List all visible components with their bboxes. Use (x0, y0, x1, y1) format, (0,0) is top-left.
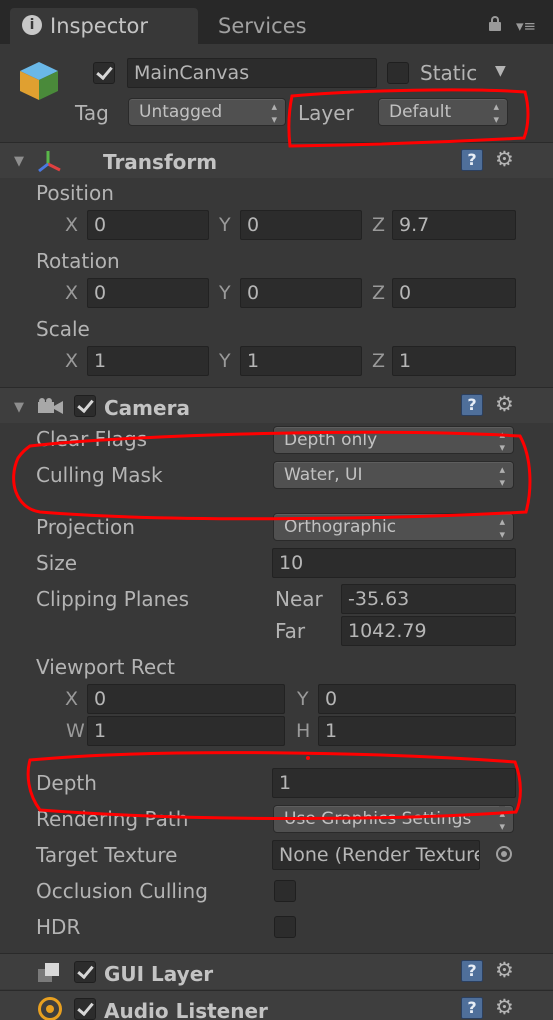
target-texture-label: Target Texture (36, 843, 178, 867)
static-dropdown-arrow[interactable]: ▼ (495, 63, 506, 79)
tab-inspector-label: Inspector (50, 14, 148, 38)
clear-flags-dropdown[interactable]: Depth only ▴ ▾ (273, 426, 514, 454)
transform-header[interactable]: ▼ Transform ? ⚙ (0, 142, 553, 178)
rotation-y-label[interactable]: Y (219, 281, 231, 305)
transform-title: Transform (103, 150, 218, 174)
viewport-x-field[interactable]: 0 (87, 684, 285, 714)
audio-listener-icon (38, 997, 62, 1020)
size-field[interactable]: 10 (272, 548, 516, 578)
rendering-path-label: Rendering Path (36, 807, 189, 831)
depth-label: Depth (36, 771, 97, 795)
occlusion-culling-label: Occlusion Culling (36, 879, 208, 903)
static-label: Static (420, 61, 478, 85)
viewport-h-label[interactable]: H (296, 719, 310, 743)
clipping-planes-label: Clipping Planes (36, 587, 190, 611)
far-label[interactable]: Far (275, 619, 305, 643)
gear-icon[interactable]: ⚙ (495, 995, 514, 1019)
viewport-w-field[interactable]: 1 (87, 716, 285, 746)
lock-shackle (491, 16, 499, 24)
camera-icon (38, 398, 63, 414)
rotation-z-label[interactable]: Z (372, 281, 385, 305)
help-icon[interactable]: ? (461, 149, 483, 171)
help-icon[interactable]: ? (461, 394, 483, 416)
tab-inspector[interactable]: i Inspector (10, 8, 198, 44)
rotation-z-field[interactable]: 0 (392, 278, 516, 308)
scale-x-field[interactable]: 1 (87, 346, 209, 376)
audio-listener-enabled-checkbox[interactable] (74, 998, 96, 1020)
static-checkbox[interactable] (387, 62, 409, 84)
scale-y-field[interactable]: 1 (240, 346, 362, 376)
layer-dropdown[interactable]: Default ▴ ▾ (378, 98, 508, 126)
layer-label: Layer (298, 101, 354, 125)
scale-z-label[interactable]: Z (372, 349, 385, 373)
clear-flags-label: Clear Flags (36, 427, 148, 451)
position-y-label[interactable]: Y (219, 213, 231, 237)
gui-layer-icon (38, 963, 59, 982)
rotation-x-field[interactable]: 0 (87, 278, 209, 308)
foldout-arrow-icon: ▼ (14, 400, 24, 415)
help-icon[interactable]: ? (461, 997, 483, 1019)
hdr-checkbox[interactable] (274, 916, 296, 938)
tab-services[interactable]: Services (218, 14, 307, 38)
tag-label: Tag (75, 101, 109, 125)
position-z-label[interactable]: Z (372, 213, 385, 237)
camera-title: Camera (104, 396, 190, 420)
tag-dropdown[interactable]: Untagged ▴ ▾ (128, 98, 286, 126)
projection-dropdown[interactable]: Orthographic ▴ ▾ (273, 513, 514, 541)
rotation-label: Rotation (36, 249, 120, 273)
info-icon: i (22, 15, 42, 35)
viewport-rect-label: Viewport Rect (36, 655, 175, 679)
gear-icon[interactable]: ⚙ (495, 958, 514, 982)
scale-y-label[interactable]: Y (219, 349, 231, 373)
culling-mask-label: Culling Mask (36, 463, 163, 487)
active-checkbox[interactable] (93, 62, 115, 84)
position-x-field[interactable]: 0 (87, 210, 209, 240)
gameobject-icon (18, 60, 60, 102)
hdr-label: HDR (36, 915, 81, 939)
position-z-field[interactable]: 9.7 (392, 210, 516, 240)
viewport-w-label[interactable]: W (66, 719, 85, 743)
depth-field[interactable]: 1 (272, 768, 516, 798)
viewport-x-label[interactable]: X (65, 687, 78, 711)
scale-x-label[interactable]: X (65, 349, 78, 373)
viewport-y-field[interactable]: 0 (318, 684, 516, 714)
rotation-y-field[interactable]: 0 (240, 278, 362, 308)
menu-icon[interactable]: ▾≡ (516, 18, 536, 34)
rendering-path-dropdown[interactable]: Use Graphics Settings ▴ ▾ (273, 805, 514, 833)
help-icon[interactable]: ? (461, 960, 483, 982)
target-texture-field[interactable]: None (Render Texture) (272, 840, 480, 870)
transform-icon (38, 151, 61, 173)
occlusion-culling-checkbox[interactable] (274, 880, 296, 902)
culling-mask-dropdown[interactable]: Water, UI ▴ ▾ (273, 461, 514, 489)
viewport-h-field[interactable]: 1 (318, 716, 516, 746)
foldout-arrow-icon: ▼ (14, 154, 24, 169)
gear-icon[interactable]: ⚙ (495, 147, 514, 171)
object-picker-icon[interactable] (496, 846, 512, 862)
audio-listener-header[interactable]: Audio Listener ? ⚙ (0, 990, 553, 1020)
object-name-field[interactable]: MainCanvas (127, 58, 377, 88)
annotation-dot (306, 756, 310, 760)
rotation-x-label[interactable]: X (65, 281, 78, 305)
near-label[interactable]: Near (275, 587, 323, 611)
gui-layer-title: GUI Layer (104, 962, 214, 986)
scale-z-field[interactable]: 1 (392, 346, 516, 376)
scale-label: Scale (36, 317, 90, 341)
position-label: Position (36, 181, 114, 205)
camera-header[interactable]: ▼ Camera ? ⚙ (0, 387, 553, 423)
near-field[interactable]: -35.63 (341, 584, 516, 614)
gui-layer-enabled-checkbox[interactable] (74, 961, 96, 983)
position-y-field[interactable]: 0 (240, 210, 362, 240)
far-field[interactable]: 1042.79 (341, 616, 516, 646)
audio-listener-title: Audio Listener (104, 999, 268, 1020)
camera-enabled-checkbox[interactable] (74, 395, 96, 417)
gui-layer-header[interactable]: GUI Layer ? ⚙ (0, 953, 553, 989)
projection-label: Projection (36, 515, 135, 539)
position-x-label[interactable]: X (65, 213, 78, 237)
gear-icon[interactable]: ⚙ (495, 392, 514, 416)
size-label: Size (36, 551, 78, 575)
viewport-y-label[interactable]: Y (297, 687, 309, 711)
